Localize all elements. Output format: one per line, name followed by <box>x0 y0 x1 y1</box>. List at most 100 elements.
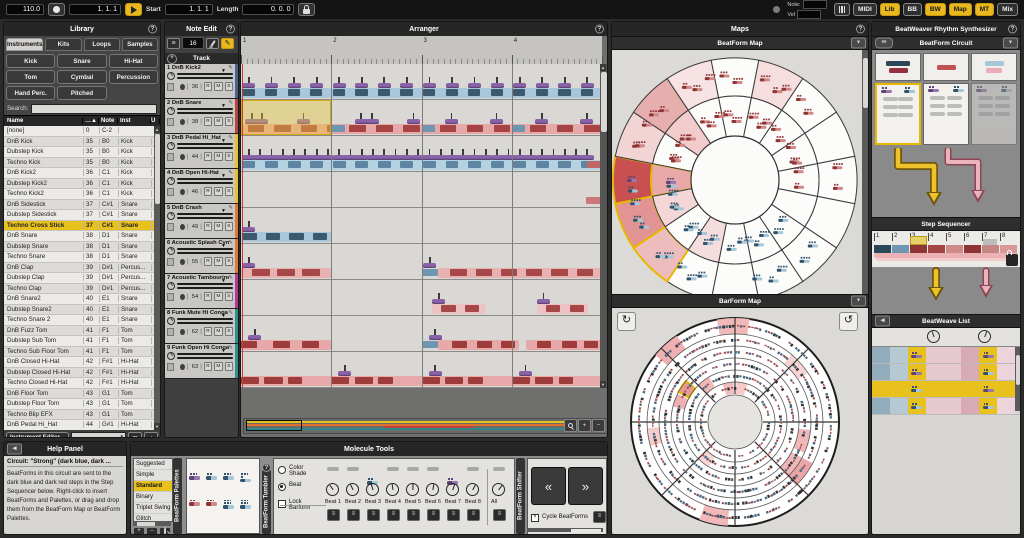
library-row[interactable]: Dubstep Kick35B0Kick <box>4 147 160 158</box>
view-button-mt[interactable]: MT <box>975 3 994 16</box>
library-row[interactable]: DnB Sidestick37C#1Snare <box>4 200 160 211</box>
audition-button[interactable]: ♪ <box>144 432 158 439</box>
beatweave-cell[interactable] <box>944 398 962 414</box>
track-knob[interactable] <box>167 177 175 185</box>
brush-tool-button[interactable] <box>206 38 219 49</box>
beatweave-row[interactable] <box>872 347 1020 364</box>
track-select-box[interactable] <box>167 363 174 371</box>
view-button-lib[interactable]: Lib <box>880 3 900 16</box>
help-icon[interactable]: ? <box>1008 25 1017 34</box>
category-button-pitched[interactable]: Pitched <box>57 86 106 100</box>
track-knob[interactable] <box>167 142 175 150</box>
track-m-button[interactable]: M <box>214 257 222 266</box>
beatweave-cell[interactable] <box>944 347 962 363</box>
beatweave-row[interactable] <box>872 364 1020 381</box>
palette-beatform[interactable] <box>223 488 234 508</box>
step-cell[interactable] <box>946 245 963 253</box>
pencil-icon[interactable]: ✎ <box>228 135 233 141</box>
library-row[interactable]: DnB Snare240E1Snare <box>4 294 160 305</box>
cycle-beatforms-option[interactable]: × Cycle BeatForms ≡ <box>531 511 606 523</box>
view-button-bb[interactable]: BB <box>903 3 922 16</box>
zoom-palette-button[interactable] <box>159 527 171 535</box>
beatform-circuit[interactable] <box>872 50 1020 148</box>
track-s-button[interactable]: S <box>225 152 233 161</box>
remove-palette-button[interactable]: − <box>146 527 158 535</box>
track-s-button[interactable]: S <box>225 117 233 126</box>
zoom-in-button[interactable]: + <box>578 419 591 432</box>
play-button[interactable] <box>125 3 142 16</box>
color-shade-option[interactable]: Color Shade <box>278 465 322 477</box>
track-r-button[interactable]: R <box>204 222 212 231</box>
circuit-beatform-cell[interactable] <box>875 83 921 145</box>
beatweave-cell[interactable] <box>908 398 926 414</box>
loop-lock-button[interactable] <box>298 3 315 16</box>
track-volume-slider[interactable]: ▼ <box>177 318 233 325</box>
collapse-beatform-map-button[interactable]: ▼ <box>851 38 866 49</box>
track-m-button[interactable]: M <box>214 292 222 301</box>
track-volume-slider[interactable]: ▼ <box>177 178 233 185</box>
track-knob[interactable] <box>167 352 175 360</box>
step-cell[interactable] <box>910 245 927 253</box>
beatweave-cell[interactable] <box>997 398 1015 414</box>
zoom-button[interactable] <box>564 419 577 432</box>
track-s-button[interactable]: S <box>225 362 233 371</box>
beatweave-cell[interactable] <box>997 364 1015 380</box>
rotate-cw-button[interactable]: ↻ <box>617 312 636 331</box>
circuit-step-chip-cell[interactable] <box>923 53 969 81</box>
track-select-box[interactable] <box>167 83 174 91</box>
track-knob[interactable] <box>167 247 175 255</box>
library-row[interactable]: Techno Kick35B0Kick <box>4 158 160 169</box>
library-row[interactable]: Techno Blip EFX43G1Tom <box>4 410 160 421</box>
grid-view-button[interactable]: ▦ <box>128 432 142 439</box>
search-input[interactable] <box>31 104 157 114</box>
library-row[interactable]: DnB Kick35B0Kick <box>4 137 160 148</box>
track-m-button[interactable]: M <box>214 117 222 126</box>
pencil-icon[interactable]: ✎ <box>228 345 233 351</box>
beatform-map[interactable] <box>612 50 868 294</box>
library-row[interactable]: Dubstep Snare38D1Snare <box>4 242 160 253</box>
meter-view-button[interactable] <box>834 3 851 16</box>
track-volume-slider[interactable]: ▼ <box>177 248 233 255</box>
note-list-button[interactable]: ≡ <box>167 38 180 49</box>
beatweave-cell[interactable] <box>979 364 997 380</box>
circuit-column[interactable] <box>923 53 969 145</box>
instrument-editor-button[interactable]: Instrument Editor... <box>6 432 69 439</box>
track-volume-slider[interactable]: ▼ <box>177 213 233 220</box>
track-mute-dot[interactable] <box>180 329 185 335</box>
palette-beatform-grid[interactable] <box>186 458 260 534</box>
shift-left-button[interactable]: « <box>531 467 566 505</box>
instrument-editor-combo[interactable] <box>71 432 126 438</box>
collapse-help-button[interactable]: ◀ <box>7 444 22 455</box>
view-button-map[interactable]: Map <box>949 3 972 16</box>
column-header[interactable]: Inst <box>118 118 151 124</box>
barform-map[interactable]: ↻ ↺ <box>612 308 868 535</box>
beatweave-cell[interactable] <box>890 398 908 414</box>
beatweave-row[interactable] <box>872 398 1020 415</box>
step-lock-button[interactable] <box>1006 254 1018 266</box>
knob-menu-button[interactable]: ≡ <box>327 509 340 521</box>
track-r-button[interactable]: R <box>204 117 212 126</box>
library-row[interactable]: Dubstep Snare240E1Snare <box>4 305 160 316</box>
track-r-button[interactable]: R <box>204 257 212 266</box>
palette-list[interactable]: SuggestedSimpleStandardBinaryTriplet Swi… <box>133 458 173 522</box>
track-r-button[interactable]: R <box>204 82 212 91</box>
beatweave-cell[interactable] <box>926 381 944 397</box>
palette-beatform[interactable] <box>206 462 217 482</box>
beatweave-cell[interactable] <box>872 347 890 363</box>
beatweave-cell[interactable] <box>944 364 962 380</box>
palette-item-simple[interactable]: Simple <box>134 470 172 481</box>
knob-menu-button[interactable]: ≡ <box>347 509 360 521</box>
track-mute-dot[interactable] <box>180 84 185 90</box>
help-icon[interactable]: ? <box>262 463 271 472</box>
track-volume-slider[interactable]: ▼ <box>177 108 233 115</box>
collapse-list-button[interactable]: ◀ <box>875 316 890 327</box>
beatweave-cell[interactable] <box>979 398 997 414</box>
track-knob[interactable] <box>167 317 175 325</box>
library-row[interactable]: Techno Cross Stick37C#1Snare <box>4 221 160 232</box>
palette-beatform[interactable] <box>189 462 200 482</box>
track-header[interactable]: 3 DnB Pedal Hi_Hat✎▼|44|RMS <box>165 134 238 169</box>
palette-item-binary[interactable]: Binary <box>134 492 172 503</box>
library-row[interactable]: [none]0C-2 <box>4 126 160 137</box>
beatweave-cell[interactable] <box>908 364 926 380</box>
tempo-field[interactable]: 110.0 <box>6 4 44 15</box>
